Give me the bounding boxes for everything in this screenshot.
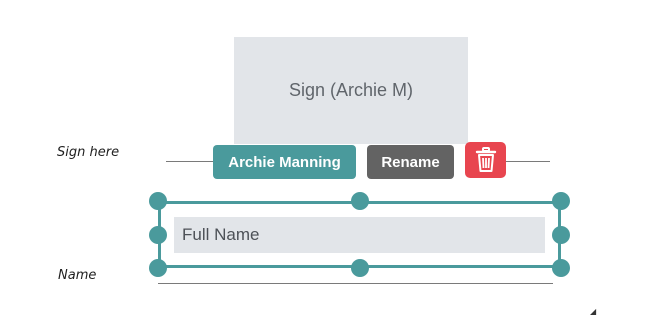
name-label: Name — [58, 268, 97, 283]
resize-handle-top-right[interactable] — [552, 192, 570, 210]
name-line — [158, 283, 553, 284]
resize-handle-top-left[interactable] — [149, 192, 167, 210]
resize-handle-left[interactable] — [149, 226, 167, 244]
signature-line — [505, 161, 550, 162]
resize-handle-bottom[interactable] — [351, 259, 369, 277]
resize-handle-right[interactable] — [552, 226, 570, 244]
resize-handle-bottom-left[interactable] — [149, 259, 167, 277]
signature-field[interactable]: Sign (Archie M) — [234, 37, 468, 144]
assigned-signer-button[interactable]: Archie Manning — [213, 145, 356, 179]
resize-handle-bottom-right[interactable] — [552, 259, 570, 277]
full-name-field[interactable] — [174, 217, 545, 253]
signature-line — [166, 161, 216, 162]
delete-button[interactable] — [465, 142, 506, 178]
trash-icon — [475, 147, 496, 172]
sign-here-label: Sign here — [57, 145, 120, 160]
rename-button[interactable]: Rename — [367, 145, 454, 179]
signature-placeholder: Sign (Archie M) — [288, 80, 414, 100]
resize-handle-top[interactable] — [351, 192, 369, 210]
